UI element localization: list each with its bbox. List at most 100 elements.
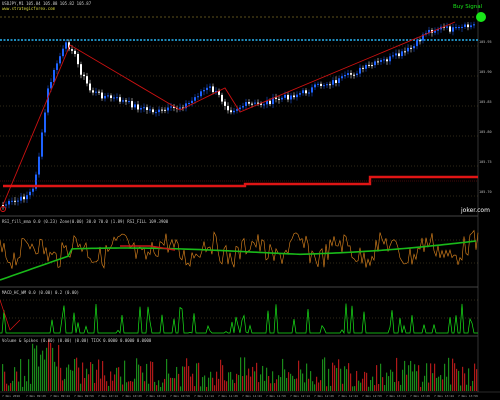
volume-bar (152, 361, 154, 391)
candle-body (473, 24, 475, 26)
volume-bar (380, 363, 382, 391)
candle-body (449, 26, 451, 32)
volume-bar (418, 365, 420, 391)
candle-body (407, 47, 409, 52)
time-axis-label: 7 Nov 09:44 (50, 394, 70, 398)
volume-bar (26, 381, 28, 391)
volume-bar (202, 377, 204, 391)
volume-bar (108, 385, 110, 391)
volume-bar (156, 385, 158, 391)
volume-bar (354, 386, 356, 391)
candle-body (287, 94, 289, 100)
candle-body (113, 97, 115, 99)
candle-body (410, 47, 412, 49)
volume-bar (126, 382, 128, 391)
volume-bar (322, 359, 324, 391)
volume-bar (396, 357, 398, 391)
volume-bar (198, 362, 200, 391)
volume-bar (420, 386, 422, 391)
candle-body (404, 51, 406, 53)
volume-bar (186, 358, 188, 391)
candle-body (326, 84, 328, 86)
volume-bar (76, 357, 78, 391)
volume-bar (350, 373, 352, 391)
time-axis-label: 7 Nov 11:44 (242, 394, 262, 398)
volume-bar (8, 385, 10, 391)
volume-bar (238, 375, 240, 391)
volume-bar (414, 364, 416, 391)
time-axis-label: 7 Nov 13:44 (434, 394, 454, 398)
volume-bar (314, 384, 316, 391)
volume-bar (254, 371, 256, 391)
volume-bar (446, 376, 448, 391)
volume-bar (72, 370, 74, 391)
candle-body (281, 97, 283, 100)
volume-bar (14, 367, 16, 391)
candle-body (11, 200, 13, 202)
volume-bar (100, 378, 102, 391)
volume-bar (212, 377, 214, 391)
volume-bar (118, 367, 120, 391)
candle-body (143, 107, 145, 109)
volume-bar (70, 369, 72, 391)
candle-body (188, 102, 190, 104)
rsi-signal-line (0, 240, 477, 281)
volume-bar (290, 373, 292, 391)
volume-bar (148, 383, 150, 391)
volume-bar (130, 380, 132, 391)
volume-bar (292, 375, 294, 391)
time-axis-label: 7 Nov 12:44 (338, 394, 358, 398)
volume-bar (210, 371, 212, 391)
volume-bar (260, 374, 262, 391)
candle-body (239, 107, 241, 110)
candle-body (89, 83, 91, 91)
candle-body (2, 204, 4, 206)
candle-body (14, 200, 16, 202)
volume-bar (206, 386, 208, 391)
volume-bar (474, 363, 476, 391)
candle-body (455, 27, 457, 29)
candle-body (92, 90, 94, 93)
volume-bar (450, 384, 452, 391)
volume-bar (256, 362, 258, 391)
volume-bar (4, 371, 6, 391)
volume-bar (220, 359, 222, 391)
volume-bar (422, 381, 424, 391)
candle-body (353, 74, 355, 76)
buy-signal-marker (476, 12, 486, 22)
candle-body (263, 104, 265, 106)
volume-bar (234, 383, 236, 391)
time-axis-label: 7 Nov 10:59 (170, 394, 190, 398)
candle-body (470, 25, 472, 28)
volume-bar (250, 376, 252, 391)
volume-bar (38, 366, 40, 391)
candle-body (38, 156, 40, 175)
candle-body (80, 64, 82, 75)
candle-body (161, 109, 163, 111)
volume-bar (428, 382, 430, 391)
volume-bar (124, 360, 126, 391)
candle-body (56, 63, 58, 70)
volume-bar (138, 364, 140, 391)
chart-window[interactable]: USDJPY,M1 105.84 105.88 105.82 105.87 ww… (0, 0, 500, 400)
candle-body (290, 95, 292, 100)
volume-bar (370, 380, 372, 391)
volume-bar (246, 375, 248, 391)
volume-bar (172, 377, 174, 391)
volume-bar (24, 375, 26, 391)
volume-bar (52, 347, 54, 391)
volume-bar (176, 366, 178, 391)
candle-body (86, 76, 88, 84)
volume-bar (436, 377, 438, 391)
candle-body (98, 91, 100, 93)
time-axis-label: 7 Nov 12:14 (290, 394, 310, 398)
candle-body (227, 105, 229, 111)
volume-bar (384, 385, 386, 391)
candle-body (206, 87, 208, 91)
volume-bar (444, 363, 446, 391)
volume-bar (392, 371, 394, 391)
volume-bar (196, 363, 198, 391)
volume-bar (270, 383, 272, 391)
candle-body (350, 73, 352, 75)
volume-bar (182, 366, 184, 391)
